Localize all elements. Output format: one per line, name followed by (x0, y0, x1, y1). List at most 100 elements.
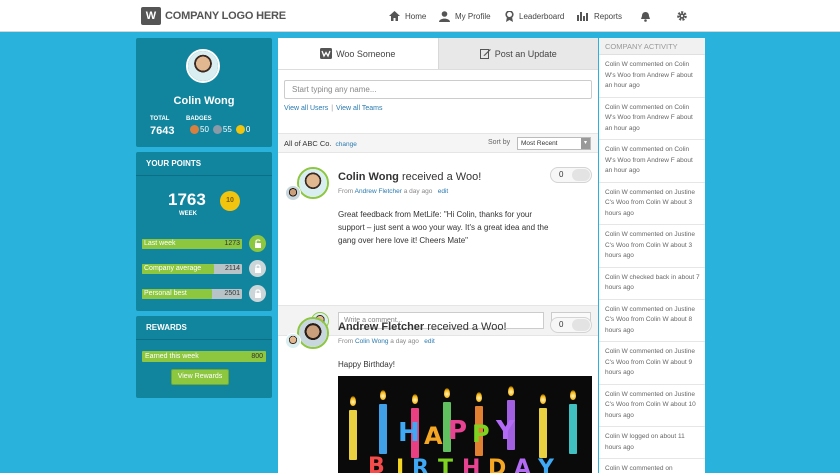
bronze-badge-icon (190, 125, 199, 134)
post-title: Colin Wong received a Woo! (338, 171, 481, 183)
edit-post-link[interactable]: edit (438, 188, 448, 195)
tab-post-update[interactable]: Post an Update (437, 38, 598, 69)
recipient-avatar[interactable] (297, 317, 329, 349)
activity-item[interactable]: Colin W commented on Justine C's Woo fro… (599, 342, 705, 385)
activity-list: Colin W commented on Colin W's Woo from … (599, 55, 705, 473)
woo-count-toggle[interactable]: 0 (550, 317, 592, 333)
activity-item[interactable]: Colin W commented on Justine C's Woo fro… (599, 385, 705, 427)
view-all-users-link[interactable]: View all Users (284, 105, 328, 112)
bar-chart-icon (577, 12, 588, 21)
recipient-name[interactable]: Colin Wong (338, 171, 399, 183)
post-body: Great feedback from MetLife: "Hi Colin, … (338, 210, 549, 245)
top-bar: W COMPANY LOGO HERE Home My Profile Lead… (0, 0, 840, 32)
recipient-name[interactable]: Andrew Fletcher (338, 321, 424, 333)
activity-title: COMPANY ACTIVITY (599, 38, 705, 55)
nav-settings[interactable] (676, 0, 693, 32)
gold-badge-count: 0 (245, 125, 251, 134)
bell-icon (641, 11, 650, 22)
activity-item[interactable]: Colin W commented on Colin W's Woo from … (599, 55, 705, 98)
sort-select[interactable]: Most Recent ▾ (517, 137, 591, 150)
birthday-cake-image: H A P P Y B I R T H D A Y (338, 376, 592, 473)
activity-item[interactable]: Colin W commented on Colin W's Woo from … (599, 140, 705, 183)
activity-item[interactable]: Colin W commented on Justine C's Woo fro… (599, 300, 705, 342)
woo-count: 0 (559, 170, 564, 179)
home-icon (389, 11, 400, 21)
nav-profile-label: My Profile (455, 11, 491, 21)
points-row-value: 2501 (224, 290, 240, 297)
earned-this-week-bar: Earned this week 800 (142, 351, 266, 362)
from-label: From (338, 338, 354, 345)
company-activity-panel: COMPANY ACTIVITY Colin W commented on Co… (599, 38, 705, 473)
edit-icon (479, 49, 491, 59)
gear-icon (677, 11, 687, 21)
post-meta: From Andrew Fletcher a day ago edit (338, 188, 448, 195)
post-meta: From Colin Wong a day ago edit (338, 338, 435, 345)
tab-woo-someone[interactable]: Woo Someone (278, 38, 438, 69)
earned-value: 800 (251, 353, 263, 360)
nav-leaderboard-label: Leaderboard (519, 11, 565, 21)
badge-counts: 50 55 0 (186, 125, 250, 134)
activity-item[interactable]: Colin W commented on Justine C's Woo fro… (599, 225, 705, 268)
woo-toggle-knob (572, 169, 590, 181)
points-row-value: 1273 (224, 240, 240, 247)
filter-change-link[interactable]: change (336, 141, 357, 148)
woo-toggle-knob (572, 319, 590, 331)
recipient-avatar[interactable] (297, 167, 329, 199)
points-row-label: Company average (144, 265, 202, 272)
nav-reports[interactable]: Reports (577, 0, 622, 32)
points-row-company-average: Company average 2114 (142, 260, 266, 277)
activity-item[interactable]: Colin W checked back in about 7 hours ag… (599, 268, 705, 300)
company-logo[interactable]: W COMPANY LOGO HERE (141, 6, 286, 26)
badges-label: BADGES (186, 116, 212, 122)
post-title: Andrew Fletcher received a Woo! (338, 321, 507, 333)
post-time: a day ago (403, 188, 433, 195)
points-panel: YOUR POINTS 1763 WEEK 10 Last week 1273 … (136, 152, 272, 311)
profile-avatar[interactable] (186, 49, 220, 83)
sender-name-link[interactable]: Colin Wong (355, 338, 388, 345)
activity-item[interactable]: Colin W commented on Colin W's Woo from … (599, 98, 705, 140)
nav-home[interactable]: Home (389, 0, 426, 32)
logo-text: COMPANY LOGO HERE (165, 10, 286, 22)
view-rewards-button[interactable]: View Rewards (171, 369, 229, 385)
nav-my-profile[interactable]: My Profile (439, 0, 491, 32)
activity-item[interactable]: Colin W logged on about 11 hours ago (599, 427, 705, 459)
nav-reports-label: Reports (594, 11, 623, 21)
sender-name-link[interactable]: Andrew Fletcher (355, 188, 402, 195)
nav-notifications[interactable] (640, 0, 656, 32)
tab-update-label: Post an Update (494, 48, 557, 59)
total-label: TOTAL (150, 116, 170, 122)
filter-scope-label: All of ABC Co. (284, 139, 332, 148)
feed-filter-bar: All of ABC Co. change Sort by Most Recent… (278, 133, 598, 153)
lock-icon (249, 285, 266, 302)
points-row-label: Last week (144, 240, 176, 247)
ribbon-icon (505, 10, 514, 22)
activity-item[interactable]: Colin W commented on Justine C's Woo fro… (599, 183, 705, 225)
view-all-teams-link[interactable]: View all Teams (336, 105, 382, 112)
points-row-value: 2114 (224, 265, 240, 272)
woo-count-toggle[interactable]: 0 (550, 167, 592, 183)
name-search-input[interactable]: Start typing any name... (284, 80, 592, 99)
post-time: a day ago (390, 338, 419, 345)
sender-avatar[interactable] (285, 185, 301, 201)
points-row-personal-best: Personal best 2501 (142, 285, 266, 302)
lock-icon (249, 260, 266, 277)
earned-label: Earned this week (145, 353, 199, 360)
activity-item[interactable]: Colin W commented on (599, 459, 705, 473)
nav-home-label: Home (405, 11, 427, 21)
week-points: 1763 (168, 190, 206, 209)
week-label: WEEK (179, 211, 197, 217)
woo-count: 0 (559, 320, 564, 329)
user-icon (439, 10, 450, 22)
post-action: received a Woo! (401, 171, 482, 183)
edit-post-link[interactable]: edit (424, 338, 434, 345)
nav-leaderboard[interactable]: Leaderboard (505, 0, 564, 32)
profile-name[interactable]: Colin Wong (136, 95, 272, 107)
points-row-last-week: Last week 1273 (142, 235, 266, 252)
main-feed: Woo Someone Post an Update Start typing … (278, 38, 598, 473)
points-row-label: Personal best (144, 290, 187, 297)
sender-avatar[interactable] (285, 333, 301, 349)
total-points: 7643 (150, 125, 175, 137)
rewards-panel: REWARDS Earned this week 800 View Reward… (136, 316, 272, 398)
unlock-icon (249, 235, 266, 252)
bronze-badge-count: 50 (200, 125, 209, 134)
